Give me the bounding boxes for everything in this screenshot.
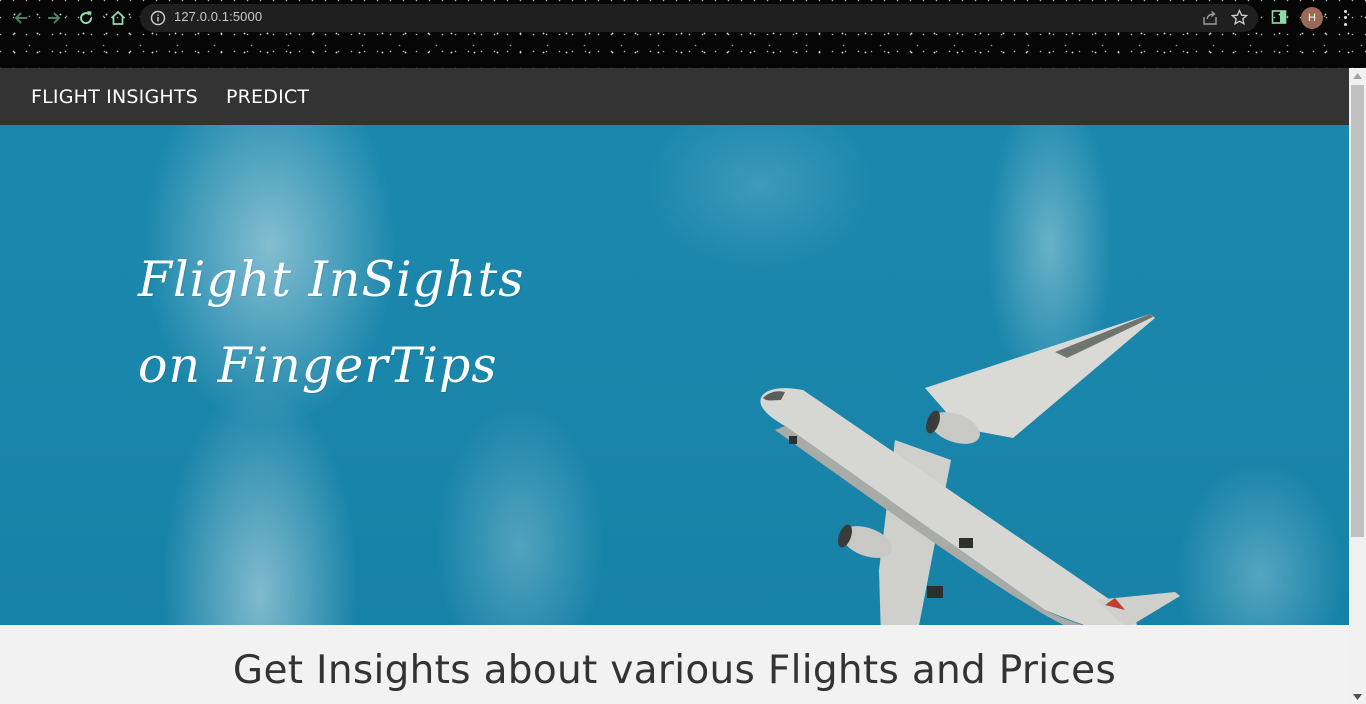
forward-button[interactable] <box>42 6 66 30</box>
page-viewport: FLIGHT INSIGHTS PREDICT Flight InSights … <box>0 68 1349 704</box>
reload-icon <box>80 11 93 25</box>
scroll-up-arrow-icon[interactable] <box>1353 73 1362 79</box>
profile-avatar[interactable]: H <box>1301 7 1323 29</box>
kebab-menu-icon[interactable] <box>1337 8 1353 28</box>
nav-link-flight-insights[interactable]: FLIGHT INSIGHTS <box>31 86 198 108</box>
hero-title-line-1: Flight InSights <box>138 251 525 308</box>
arrow-right-icon <box>48 12 61 24</box>
content-heading: Get Insights about various Flights and P… <box>232 648 1117 693</box>
reload-button[interactable] <box>74 6 98 30</box>
hero-banner: Flight InSights on FingerTips <box>0 125 1349 625</box>
back-button[interactable] <box>9 6 33 30</box>
home-icon <box>110 10 126 25</box>
scrollbar-thumb[interactable] <box>1351 85 1364 537</box>
site-navbar: FLIGHT INSIGHTS PREDICT <box>0 68 1349 125</box>
arrow-left-icon <box>14 12 27 24</box>
side-panel-icon[interactable] <box>1271 9 1287 25</box>
scroll-down-arrow-icon[interactable] <box>1353 694 1362 700</box>
nav-link-predict[interactable]: PREDICT <box>226 86 309 108</box>
hero-title-line-2: on FingerTips <box>138 337 498 394</box>
star-icon[interactable] <box>1231 9 1248 26</box>
info-icon[interactable] <box>150 10 166 26</box>
share-icon[interactable] <box>1202 10 1218 26</box>
browser-toolbar: 127.0.0.1:5000 H <box>0 0 1366 68</box>
vertical-scrollbar[interactable] <box>1349 68 1366 704</box>
url-text[interactable]: 127.0.0.1:5000 <box>174 9 262 24</box>
hero-title: Flight InSights on FingerTips <box>138 237 658 409</box>
home-button[interactable] <box>106 6 130 30</box>
address-bar[interactable]: 127.0.0.1:5000 <box>140 4 1258 32</box>
airplane-image <box>760 314 1180 625</box>
